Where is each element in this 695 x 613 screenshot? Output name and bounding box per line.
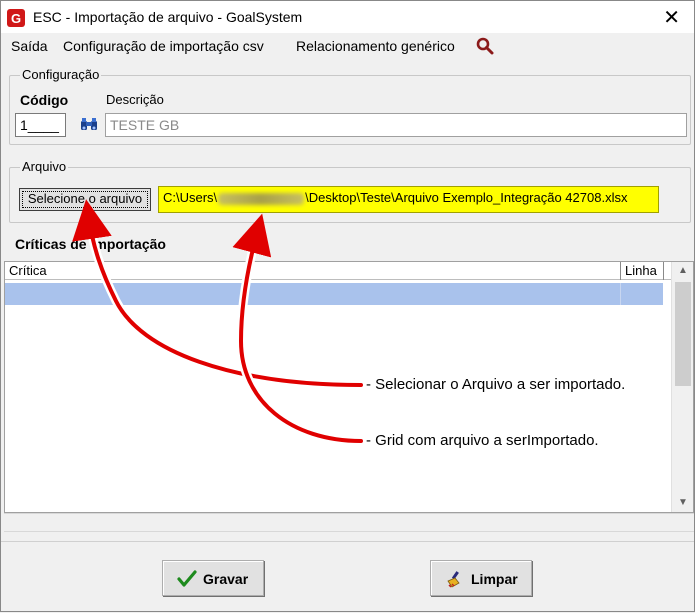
menu-item-saida[interactable]: Saída: [11, 38, 48, 54]
title-bar: G ESC - Importação de arquivo - GoalSyst…: [1, 1, 694, 33]
scroll-down-icon[interactable]: ▼: [672, 494, 694, 512]
scroll-up-icon[interactable]: ▲: [672, 262, 694, 280]
callout-select-file: - Selecionar o Arquivo a ser importado.: [366, 376, 625, 393]
menu-bar: Saída Configuração de importação csv Rel…: [1, 33, 694, 59]
gravar-button[interactable]: Gravar: [162, 560, 264, 596]
gravar-label: Gravar: [203, 571, 248, 587]
checkmark-icon: [177, 570, 197, 588]
column-separator[interactable]: [663, 262, 664, 280]
binoculars-lookup-icon[interactable]: [80, 117, 98, 133]
arquivo-legend: Arquivo: [20, 159, 68, 174]
eraser-broom-icon: [445, 570, 465, 588]
file-path-field[interactable]: C:\Users\ \Desktop\Teste\Arquivo Exemplo_…: [158, 186, 659, 213]
import-window: G ESC - Importação de arquivo - GoalSyst…: [0, 0, 695, 612]
search-icon[interactable]: [475, 37, 495, 55]
select-file-button[interactable]: Selecione o arquivo: [19, 188, 151, 211]
codigo-field[interactable]: 1____: [15, 113, 66, 137]
grid-header: Crítica Linha: [5, 262, 671, 280]
svg-text:G: G: [11, 11, 21, 26]
footer-divider: [1, 541, 694, 542]
close-icon[interactable]: ✕: [663, 5, 680, 29]
menu-item-config-import-csv[interactable]: Configuração de importação csv: [63, 38, 264, 54]
vertical-scrollbar[interactable]: ▲ ▼: [671, 262, 693, 512]
callout-grid: - Grid com arquivo a serImportado.: [366, 432, 599, 449]
descricao-field: TESTE GB: [105, 113, 687, 137]
file-path-suffix: \Desktop\Teste\Arquivo Exemplo_Integraçã…: [305, 190, 627, 205]
cell-separator: [620, 283, 621, 305]
table-row[interactable]: [5, 283, 663, 305]
codigo-label: Código: [20, 92, 68, 108]
limpar-button[interactable]: Limpar: [430, 560, 532, 596]
column-separator[interactable]: [620, 262, 621, 280]
redacted-username: [218, 193, 304, 205]
scroll-thumb[interactable]: [675, 282, 691, 386]
configuracao-legend: Configuração: [20, 67, 101, 82]
window-title: ESC - Importação de arquivo - GoalSystem: [33, 9, 302, 25]
criticas-title: Críticas de importação: [15, 236, 166, 252]
limpar-label: Limpar: [471, 571, 518, 587]
column-header-critica[interactable]: Crítica: [9, 263, 47, 278]
menu-item-relacionamento-generico[interactable]: Relacionamento genérico: [296, 38, 455, 54]
goalsystem-logo-icon: G: [7, 9, 25, 27]
descricao-label: Descrição: [106, 92, 164, 107]
column-header-linha[interactable]: Linha: [625, 263, 657, 278]
horizontal-scrollbar[interactable]: [4, 513, 694, 532]
file-path-prefix: C:\Users\: [163, 190, 217, 205]
